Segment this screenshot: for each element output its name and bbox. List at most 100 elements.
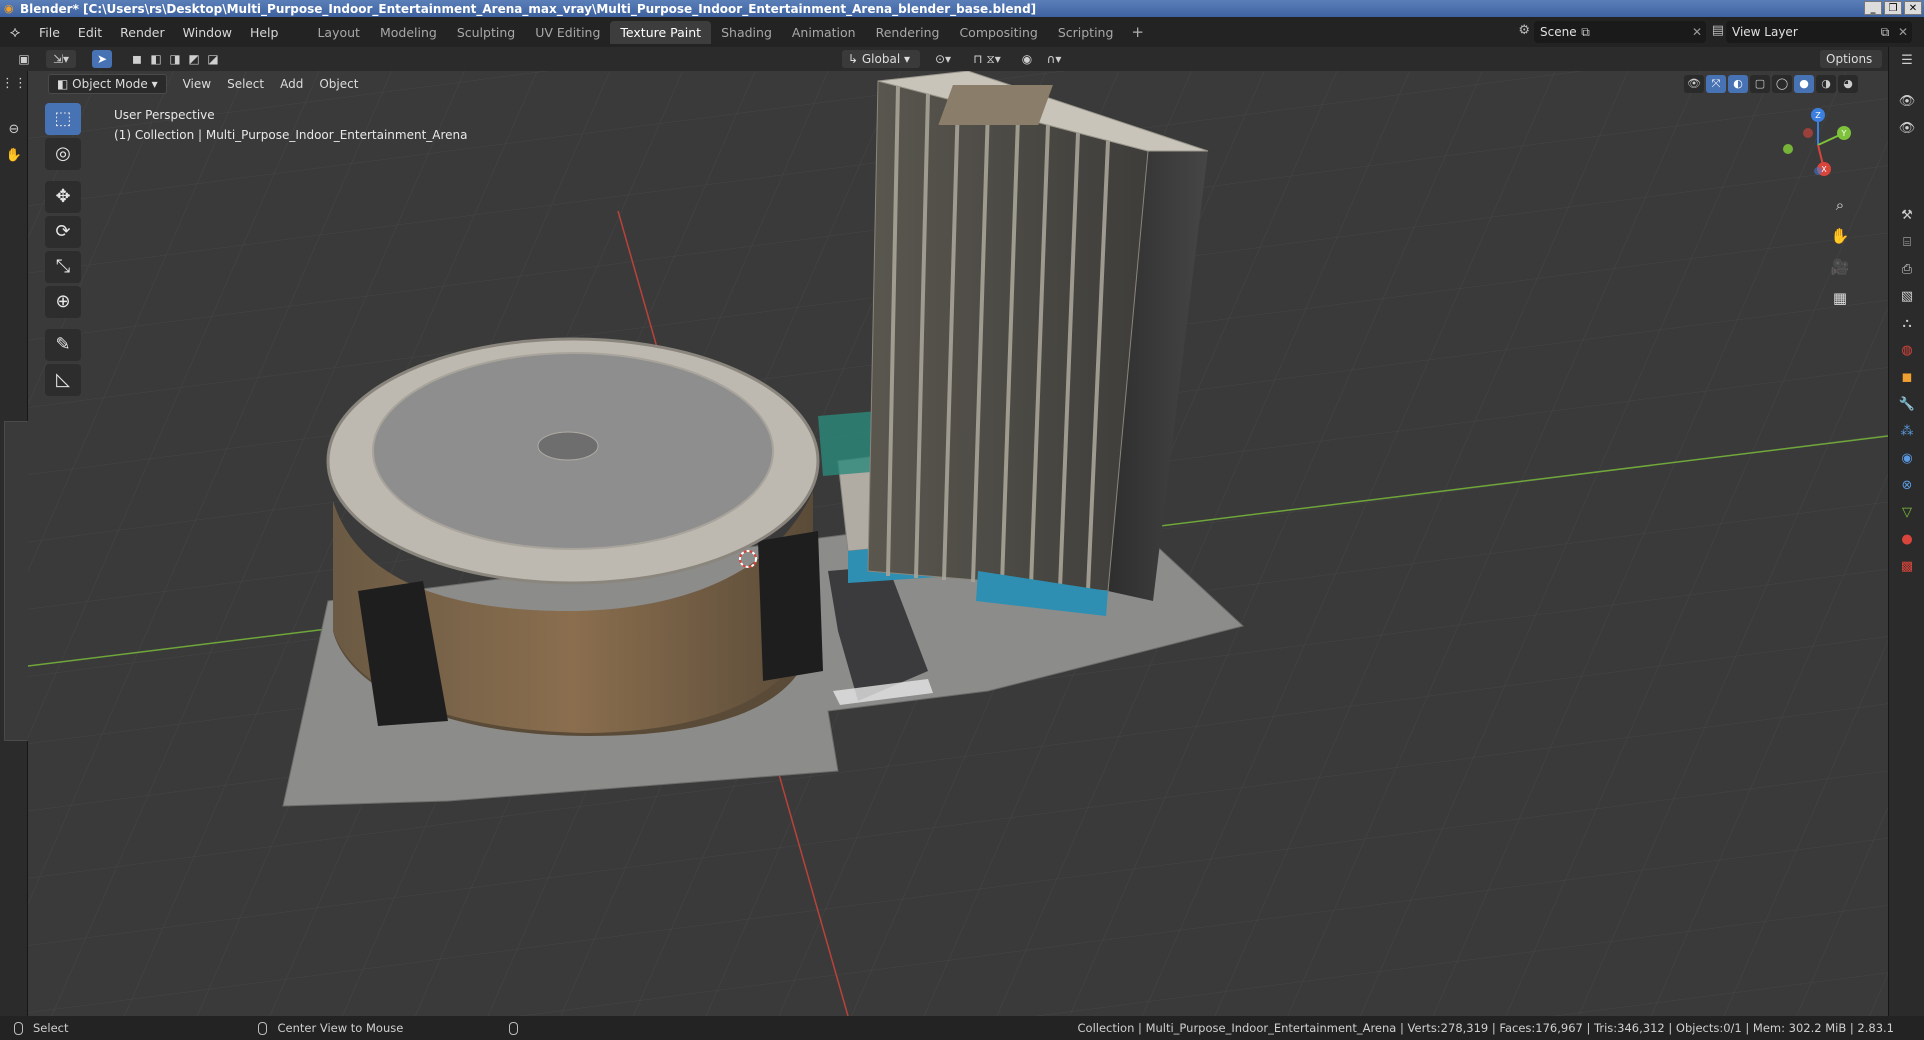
view-layer-icon[interactable]: ▤ <box>1712 23 1724 38</box>
measure-tool[interactable]: ◺ <box>45 364 81 396</box>
status-right-click <box>509 1021 528 1035</box>
select-box-tool[interactable]: ⬚ <box>45 103 81 135</box>
window-title: Blender* [C:\Users\rs\Desktop\Multi_Purp… <box>20 1 1037 16</box>
gizmo-y-label: Y <box>1841 129 1847 138</box>
maximize-button[interactable]: ❐ <box>1884 1 1902 15</box>
navigation-gizmo[interactable]: Z Y X <box>1778 105 1858 185</box>
tab-animation[interactable]: Animation <box>782 21 866 44</box>
output-properties-icon[interactable]: ⎙ <box>1889 256 1924 283</box>
minimize-button[interactable]: _ <box>1864 1 1882 15</box>
overlay-toggle-icon[interactable]: ◐ <box>1728 75 1748 93</box>
editor-grid-icon[interactable]: ⋮⋮ <box>0 71 28 97</box>
menu-help[interactable]: Help <box>241 25 288 40</box>
menu-file[interactable]: File <box>30 25 69 40</box>
top-bar: ⟡ File Edit Render Window Help Layout Mo… <box>0 17 1924 47</box>
annotate-tool[interactable]: ✎ <box>45 329 81 361</box>
tab-texture-paint[interactable]: Texture Paint <box>610 20 712 44</box>
view-layer-selector[interactable]: View Layer ⧉ ✕ <box>1726 21 1912 43</box>
tab-shading[interactable]: Shading <box>711 21 782 44</box>
view-layer-properties-icon[interactable]: ▧ <box>1889 283 1924 310</box>
gizmo-neg-z-axis[interactable] <box>1814 167 1822 175</box>
eye-visibility-2-icon[interactable]: 👁 <box>1889 115 1924 142</box>
select-mode-invert-icon[interactable]: ◩ <box>185 50 203 68</box>
menu-render[interactable]: Render <box>111 25 174 40</box>
gizmo-toggle-icon[interactable]: ⤧ <box>1706 75 1726 93</box>
texture-properties-icon[interactable]: ▩ <box>1889 553 1924 580</box>
object-properties-icon[interactable]: ◼ <box>1889 364 1924 391</box>
scene-selector[interactable]: Scene ⧉ ✕ <box>1534 21 1706 43</box>
tab-scripting[interactable]: Scripting <box>1048 21 1124 44</box>
physics-properties-icon[interactable]: ◉ <box>1889 445 1924 472</box>
snap-icon[interactable]: ⊓ ⧖▾ <box>962 50 1012 68</box>
delete-scene-icon[interactable]: ✕ <box>1688 25 1706 39</box>
gizmo-neg-y-axis[interactable] <box>1783 144 1793 154</box>
viewport-menu-select[interactable]: Select <box>219 77 272 91</box>
transform-orientation-dropdown[interactable]: ↳ Global ▾ <box>842 50 920 68</box>
object-data-properties-icon[interactable]: ▽ <box>1889 499 1924 526</box>
pan-hand-icon[interactable]: ✋ <box>1826 222 1854 250</box>
viewport-menu-object[interactable]: Object <box>311 77 366 91</box>
transform-tool[interactable]: ⊕ <box>45 286 81 318</box>
gizmo-neg-x-axis[interactable] <box>1803 128 1813 138</box>
shading-material-icon[interactable]: ◑ <box>1816 75 1836 93</box>
tab-modeling[interactable]: Modeling <box>370 21 447 44</box>
select-mode-intersect-icon[interactable]: ◪ <box>204 50 222 68</box>
ortho-grid-icon[interactable]: ▦ <box>1826 284 1854 312</box>
select-mode-subtract-icon[interactable]: ◨ <box>166 50 184 68</box>
move-tool[interactable]: ✥ <box>45 181 81 213</box>
shading-wireframe-icon[interactable]: ◯ <box>1772 75 1792 93</box>
viewport-menu-add[interactable]: Add <box>272 77 311 91</box>
rotate-tool[interactable]: ⟳ <box>45 216 81 248</box>
zoom-strip-icon[interactable]: ⊖ <box>0 117 28 143</box>
mode-dropdown[interactable]: ◧ Object Mode ▾ <box>48 74 167 94</box>
xray-toggle-icon[interactable]: ▢ <box>1750 75 1770 93</box>
tab-sculpting[interactable]: Sculpting <box>447 21 525 44</box>
tool-settings-dropdown[interactable]: ⇲▾ <box>46 50 76 68</box>
active-tool-icon[interactable]: ⚒ <box>1889 202 1924 229</box>
new-view-layer-icon[interactable]: ⧉ <box>1876 25 1894 40</box>
outliner-toggle-icon[interactable]: ☰ <box>1889 47 1924 74</box>
material-properties-icon[interactable]: ● <box>1889 526 1924 553</box>
viewport-menu-view[interactable]: View <box>175 77 219 91</box>
visibility-icon[interactable]: 👁 <box>1684 75 1704 93</box>
new-scene-icon[interactable]: ⧉ <box>1577 25 1595 40</box>
menu-edit[interactable]: Edit <box>69 25 111 40</box>
constraint-properties-icon[interactable]: ⊗ <box>1889 472 1924 499</box>
camera-view-icon[interactable]: 🎥 <box>1826 253 1854 281</box>
pan-strip-icon[interactable]: ✋ <box>0 143 28 169</box>
proportional-edit-icon[interactable]: ◉ <box>1018 50 1036 68</box>
falloff-icon[interactable]: ∩▾ <box>1040 50 1068 68</box>
scene-icon[interactable]: ⚙ <box>1518 23 1530 38</box>
view-layer-name: View Layer <box>1732 25 1798 39</box>
delete-view-layer-icon[interactable]: ✕ <box>1894 25 1912 39</box>
tab-rendering[interactable]: Rendering <box>866 21 950 44</box>
blender-menu-icon[interactable]: ⟡ <box>0 22 30 42</box>
close-button[interactable]: ✕ <box>1904 1 1922 15</box>
mouse-middle-icon <box>258 1021 268 1035</box>
zoom-icon[interactable]: ⌕ <box>1826 191 1854 219</box>
add-workspace-button[interactable]: + <box>1123 23 1152 41</box>
eye-visibility-icon[interactable]: 👁 <box>1889 88 1924 115</box>
tab-layout[interactable]: Layout <box>307 21 370 44</box>
modifier-properties-icon[interactable]: 🔧 <box>1889 391 1924 418</box>
shading-rendered-icon[interactable]: ◕ <box>1838 75 1858 93</box>
select-mode-new-icon[interactable]: ◼ <box>128 50 146 68</box>
menu-window[interactable]: Window <box>174 25 241 40</box>
world-properties-icon[interactable]: ◍ <box>1889 337 1924 364</box>
scene-properties-icon[interactable]: ⛬ <box>1889 310 1924 337</box>
select-mode-extend-icon[interactable]: ◧ <box>147 50 165 68</box>
pivot-point-icon[interactable]: ⊙▾ <box>928 50 958 68</box>
tab-uv-editing[interactable]: UV Editing <box>525 21 610 44</box>
editor-type-icon[interactable]: ▣ <box>16 50 32 68</box>
shading-solid-icon[interactable]: ● <box>1794 75 1814 93</box>
scale-tool[interactable]: ⤡ <box>45 251 81 283</box>
scene-render[interactable] <box>28 71 1888 1016</box>
options-dropdown[interactable]: Options ▾ <box>1820 50 1882 84</box>
cursor-tool[interactable]: ◎ <box>45 138 81 170</box>
particle-properties-icon[interactable]: ⁂ <box>1889 418 1924 445</box>
3d-viewport[interactable]: ◧ Object Mode ▾ View Select Add Object 👁… <box>28 71 1888 1016</box>
tab-compositing[interactable]: Compositing <box>949 21 1047 44</box>
mode-icon: ◧ <box>57 77 73 91</box>
render-properties-icon[interactable]: ⌸ <box>1889 229 1924 256</box>
select-tool-icon[interactable]: ➤ <box>92 50 112 68</box>
